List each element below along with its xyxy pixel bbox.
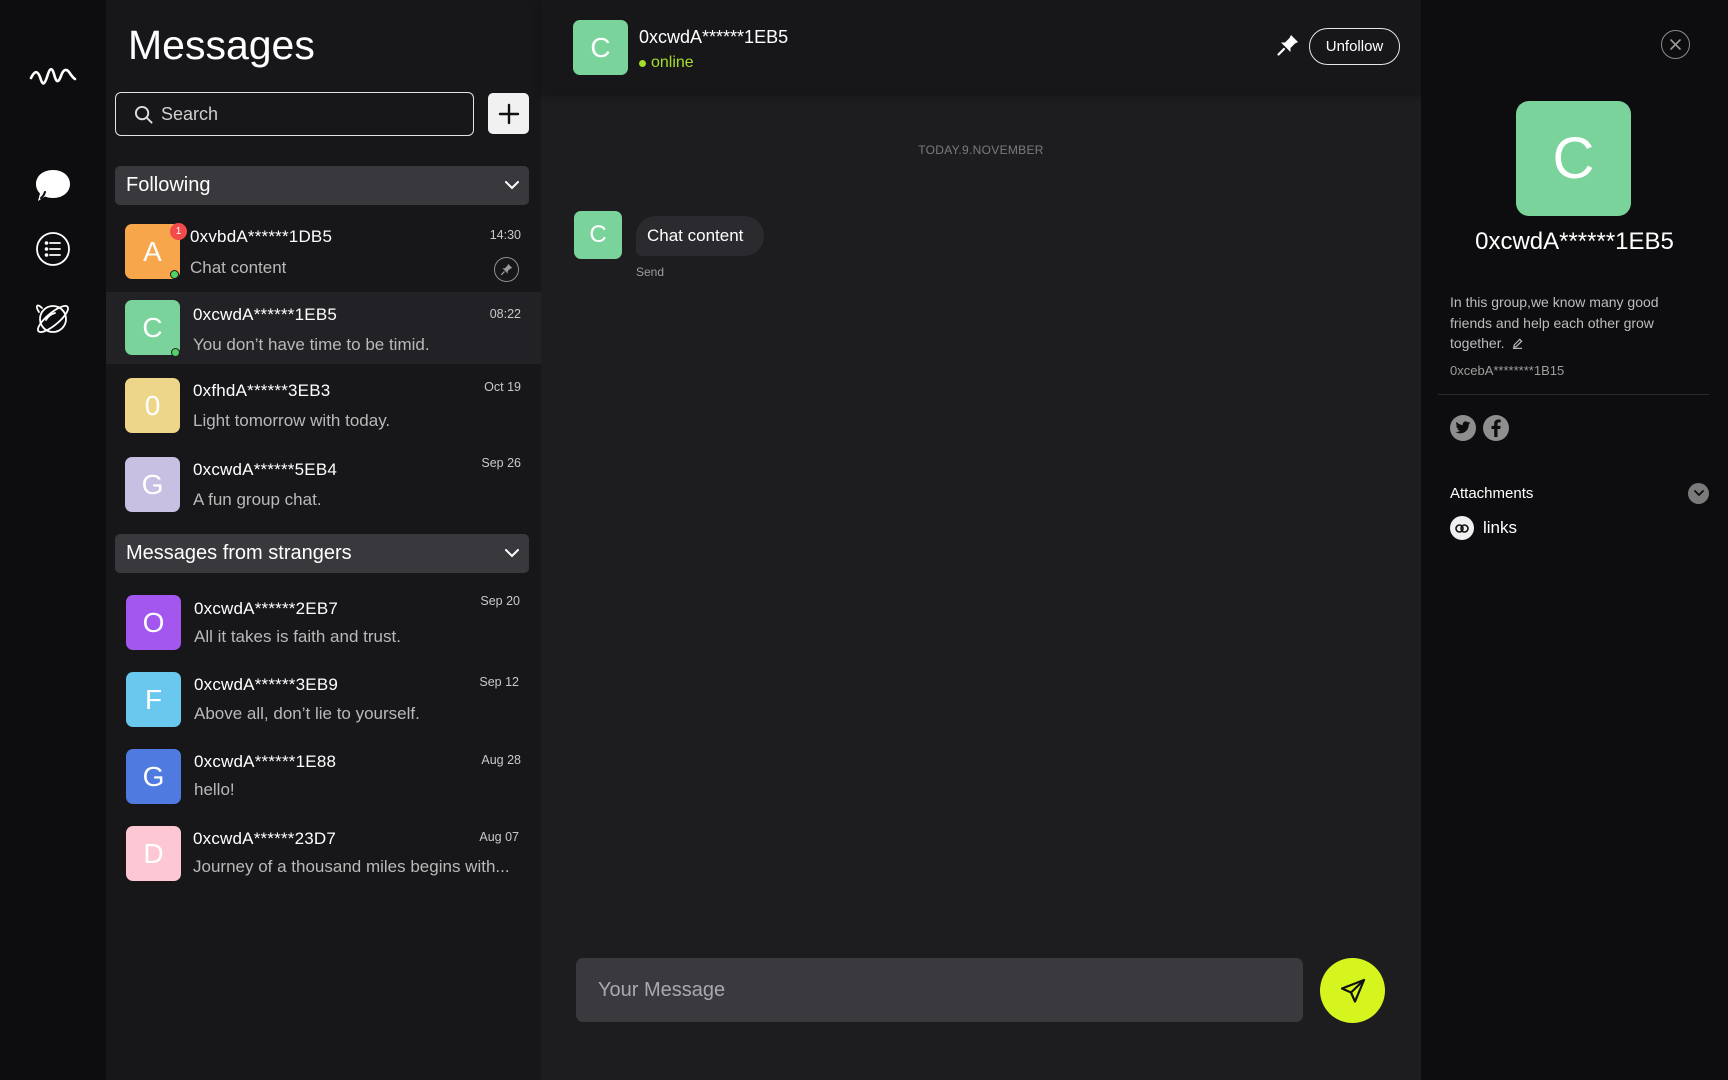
profile-bio: In this group,we know many good friends … <box>1450 292 1700 354</box>
attachments-toggle[interactable] <box>1688 483 1709 504</box>
conversation-time: Aug 28 <box>481 753 521 767</box>
message-status: Send <box>636 265 665 279</box>
conversation-time: 14:30 <box>489 228 521 242</box>
conversation-name: 0xcwdA******23D7 <box>193 829 337 848</box>
twitter-icon[interactable] <box>1450 415 1476 441</box>
avatar: G <box>126 749 181 804</box>
conversation-item[interactable]: F 0xcwdA******3EB9 Above all, don’t lie … <box>106 664 541 736</box>
online-dot <box>639 59 646 67</box>
conversation-item[interactable]: G 0xcwdA******1E88 hello! Aug 28 <box>106 741 541 813</box>
conversation-time: Sep 20 <box>480 594 520 608</box>
date-separator: TODAY.9.NOVEMBER <box>918 143 1044 157</box>
profile-avatar: C <box>1516 101 1631 216</box>
avatar: G <box>125 457 180 512</box>
conversation-name: 0xcwdA******3EB9 <box>194 675 339 694</box>
unfollow-button[interactable]: Unfollow <box>1309 28 1400 65</box>
conversation-item[interactable]: 0 0xfhdA******3EB3 Light tomorrow with t… <box>106 370 541 442</box>
contact-avatar[interactable]: C <box>573 20 628 75</box>
conversation-preview: Chat content <box>190 258 287 277</box>
conversation-preview: A fun group chat. <box>193 490 322 509</box>
close-icon <box>1670 39 1681 50</box>
chat-panel: C 0xcwdA******1EB5 online Unfollow TODAY… <box>541 0 1421 1080</box>
conversation-time: Sep 12 <box>479 675 519 689</box>
list-icon[interactable] <box>34 230 72 268</box>
online-status: online <box>639 54 694 72</box>
section-header-following[interactable]: Following <box>115 166 529 205</box>
profile-bio-text: In this group,we know many good friends … <box>1450 294 1659 351</box>
conversation-name: 0xfhdA******3EB3 <box>193 381 331 400</box>
send-icon <box>1340 978 1365 1003</box>
sender-avatar[interactable]: C <box>574 211 622 259</box>
search-box[interactable] <box>115 92 474 136</box>
conversation-list-panel: Messages Following A 1 0xvbdA******1DB5 … <box>106 0 541 1080</box>
pin-icon <box>500 263 513 276</box>
pin-toggle-button[interactable] <box>494 257 519 282</box>
new-conversation-button[interactable] <box>488 93 529 134</box>
conversation-preview: Light tomorrow with today. <box>193 411 391 430</box>
section-label: Messages from strangers <box>126 542 352 564</box>
avatar: C <box>125 300 180 355</box>
links-label: links <box>1483 518 1518 537</box>
online-indicator <box>170 270 179 279</box>
page-title: Messages <box>128 22 315 68</box>
conversation-name: 0xcwdA******2EB7 <box>194 599 339 618</box>
search-input[interactable] <box>161 103 451 125</box>
chevron-down-icon <box>505 181 519 190</box>
unread-badge: 1 <box>170 223 187 240</box>
chat-header: C 0xcwdA******1EB5 online Unfollow <box>541 0 1421 94</box>
brand-logo-icon[interactable] <box>29 62 77 92</box>
plus-icon <box>498 103 519 124</box>
conversation-name: 0xcwdA******1E88 <box>194 752 337 771</box>
conversation-item[interactable]: D 0xcwdA******23D7 Journey of a thousand… <box>106 818 541 890</box>
pin-chat-button[interactable] <box>1275 32 1301 58</box>
chevron-down-icon <box>505 549 519 558</box>
section-header-strangers[interactable]: Messages from strangers <box>115 534 529 573</box>
conversation-time: 08:22 <box>489 307 521 321</box>
search-icon <box>134 105 153 124</box>
conversation-item[interactable]: A 1 0xvbdA******1DB5 Chat content 14:30 <box>106 216 541 288</box>
avatar: 0 <box>125 378 180 433</box>
profile-name: 0xcwdA******1EB5 <box>1475 228 1674 255</box>
avatar: D <box>126 826 181 881</box>
pin-icon <box>1277 35 1298 56</box>
conversation-time: Oct 19 <box>484 380 521 394</box>
facebook-icon[interactable] <box>1483 415 1509 441</box>
divider <box>1438 394 1709 395</box>
left-rail <box>0 0 106 1080</box>
contact-name: 0xcwdA******1EB5 <box>639 27 789 47</box>
conversation-time: Sep 26 <box>481 456 521 470</box>
chat-bubble-icon[interactable] <box>34 167 72 205</box>
profile-panel: C 0xcwdA******1EB5 In this group,we know… <box>1421 0 1728 1080</box>
conversation-preview: All it takes is faith and trust. <box>194 627 401 646</box>
section-label: Following <box>126 174 211 196</box>
conversation-item-active[interactable]: C 0xcwdA******1EB5 You don’t have time t… <box>106 292 541 364</box>
conversation-item[interactable]: G 0xcwdA******5EB4 A fun group chat. Sep… <box>106 449 541 521</box>
conversation-preview: hello! <box>194 780 235 799</box>
attachments-label: Attachments <box>1450 485 1534 502</box>
close-panel-button[interactable] <box>1661 30 1690 59</box>
message-composer[interactable] <box>576 958 1303 1022</box>
online-status-label: online <box>651 54 694 71</box>
conversation-name: 0xcwdA******1EB5 <box>193 305 338 324</box>
edit-icon[interactable] <box>1512 338 1523 349</box>
avatar: F <box>126 672 181 727</box>
online-indicator <box>171 348 180 357</box>
conversation-name: 0xcwdA******5EB4 <box>193 460 338 479</box>
avatar: O <box>126 595 181 650</box>
conversation-item[interactable]: O 0xcwdA******2EB7 All it takes is faith… <box>106 587 541 659</box>
send-button[interactable] <box>1320 958 1385 1023</box>
profile-address: 0xcebA********1B15 <box>1450 363 1565 378</box>
message-input[interactable] <box>598 978 1288 1002</box>
conversation-preview: Journey of a thousand miles begins with.… <box>193 857 510 876</box>
links-item[interactable]: links <box>1450 516 1517 540</box>
conversation-name: 0xvbdA******1DB5 <box>190 227 333 246</box>
conversation-preview: You don’t have time to be timid. <box>193 335 430 354</box>
conversation-time: Aug 07 <box>479 830 519 844</box>
chevron-down-icon <box>1693 490 1704 497</box>
conversation-preview: Above all, don’t lie to yourself. <box>194 704 420 723</box>
message-bubble[interactable]: Chat content <box>636 216 765 256</box>
planet-icon[interactable] <box>34 300 72 338</box>
link-icon <box>1450 516 1474 540</box>
